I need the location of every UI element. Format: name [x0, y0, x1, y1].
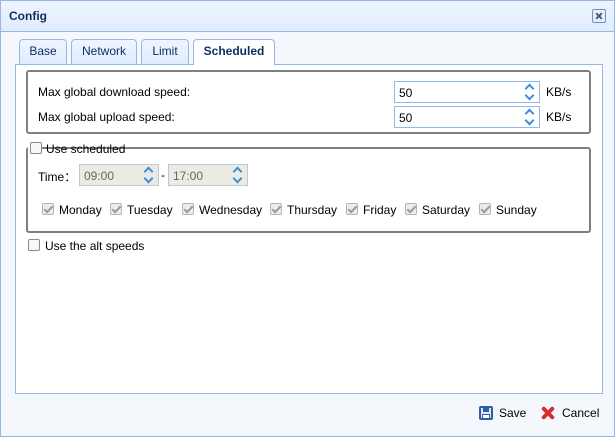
- wednesday-label: Wednesday: [199, 203, 263, 217]
- tuesday-checkbox[interactable]: [110, 203, 122, 215]
- download-speed-value: 50: [399, 86, 413, 100]
- spin-down-icon[interactable]: [140, 175, 158, 185]
- upload-speed-value: 50: [399, 111, 413, 125]
- tab-base[interactable]: Base: [19, 39, 67, 64]
- spin-down-icon[interactable]: [521, 117, 539, 127]
- save-button-label: Save: [499, 406, 527, 420]
- upload-unit-label: KB/s: [546, 110, 572, 124]
- time-start-spin-buttons: [140, 165, 158, 185]
- close-icon[interactable]: [592, 9, 606, 23]
- cancel-button[interactable]: Cancel: [540, 404, 599, 422]
- tab-limit[interactable]: Limit: [141, 39, 189, 64]
- config-dialog: Config Base Network Limit Scheduled Max …: [0, 0, 615, 437]
- dialog-title: Config: [9, 9, 47, 23]
- download-speed-spinner[interactable]: 50: [394, 81, 540, 103]
- friday-label: Friday: [363, 203, 397, 217]
- friday-checkbox[interactable]: [346, 203, 358, 215]
- use-scheduled-legend: Use scheduled: [28, 140, 125, 156]
- cancel-button-label: Cancel: [562, 406, 600, 420]
- time-separator: -: [161, 168, 165, 182]
- save-icon: [479, 406, 493, 420]
- spin-down-icon[interactable]: [521, 92, 539, 102]
- time-end-value: 17:00: [173, 169, 204, 183]
- speed-settings-box: Max global download speed: 50 KB/s Max g…: [26, 70, 591, 134]
- tab-scheduled[interactable]: Scheduled: [193, 39, 275, 65]
- thursday-checkbox[interactable]: [270, 203, 282, 215]
- time-end-spin-buttons: [229, 165, 247, 185]
- upload-speed-spinner[interactable]: 50: [394, 106, 540, 128]
- download-speed-spin-buttons: [521, 82, 539, 102]
- sunday-checkbox[interactable]: [479, 203, 491, 215]
- save-button[interactable]: Save: [479, 404, 526, 422]
- use-scheduled-label: Use scheduled: [46, 142, 126, 156]
- upload-speed-label: Max global upload speed:: [38, 110, 175, 124]
- spin-down-icon[interactable]: [229, 175, 247, 185]
- title-bar: Config: [1, 1, 614, 32]
- saturday-checkbox[interactable]: [405, 203, 417, 215]
- cancel-icon: [540, 405, 556, 421]
- download-unit-label: KB/s: [546, 85, 572, 99]
- download-speed-label: Max global download speed:: [38, 85, 191, 99]
- thursday-label: Thursday: [287, 203, 338, 217]
- saturday-label: Saturday: [422, 203, 471, 217]
- monday-label: Monday: [59, 203, 102, 217]
- time-label: Time：: [38, 170, 77, 184]
- time-start-value: 09:00: [84, 169, 115, 183]
- sunday-label: Sunday: [496, 203, 537, 217]
- scheduled-panel: Max global download speed: 50 KB/s Max g…: [15, 64, 603, 394]
- time-end-spinner[interactable]: 17:00: [168, 164, 248, 186]
- monday-checkbox[interactable]: [42, 203, 54, 215]
- alt-speeds-label: Use the alt speeds: [45, 239, 145, 253]
- upload-speed-spin-buttons: [521, 107, 539, 127]
- tuesday-label: Tuesday: [127, 203, 173, 217]
- time-start-spinner[interactable]: 09:00: [79, 164, 159, 186]
- tabs-container: Base Network Limit Scheduled Max global …: [15, 39, 603, 394]
- scheduled-fieldset: [26, 147, 591, 233]
- wednesday-checkbox[interactable]: [182, 203, 194, 215]
- tab-network[interactable]: Network: [71, 39, 137, 64]
- alt-speeds-checkbox[interactable]: [28, 239, 40, 251]
- use-scheduled-checkbox[interactable]: [30, 142, 42, 154]
